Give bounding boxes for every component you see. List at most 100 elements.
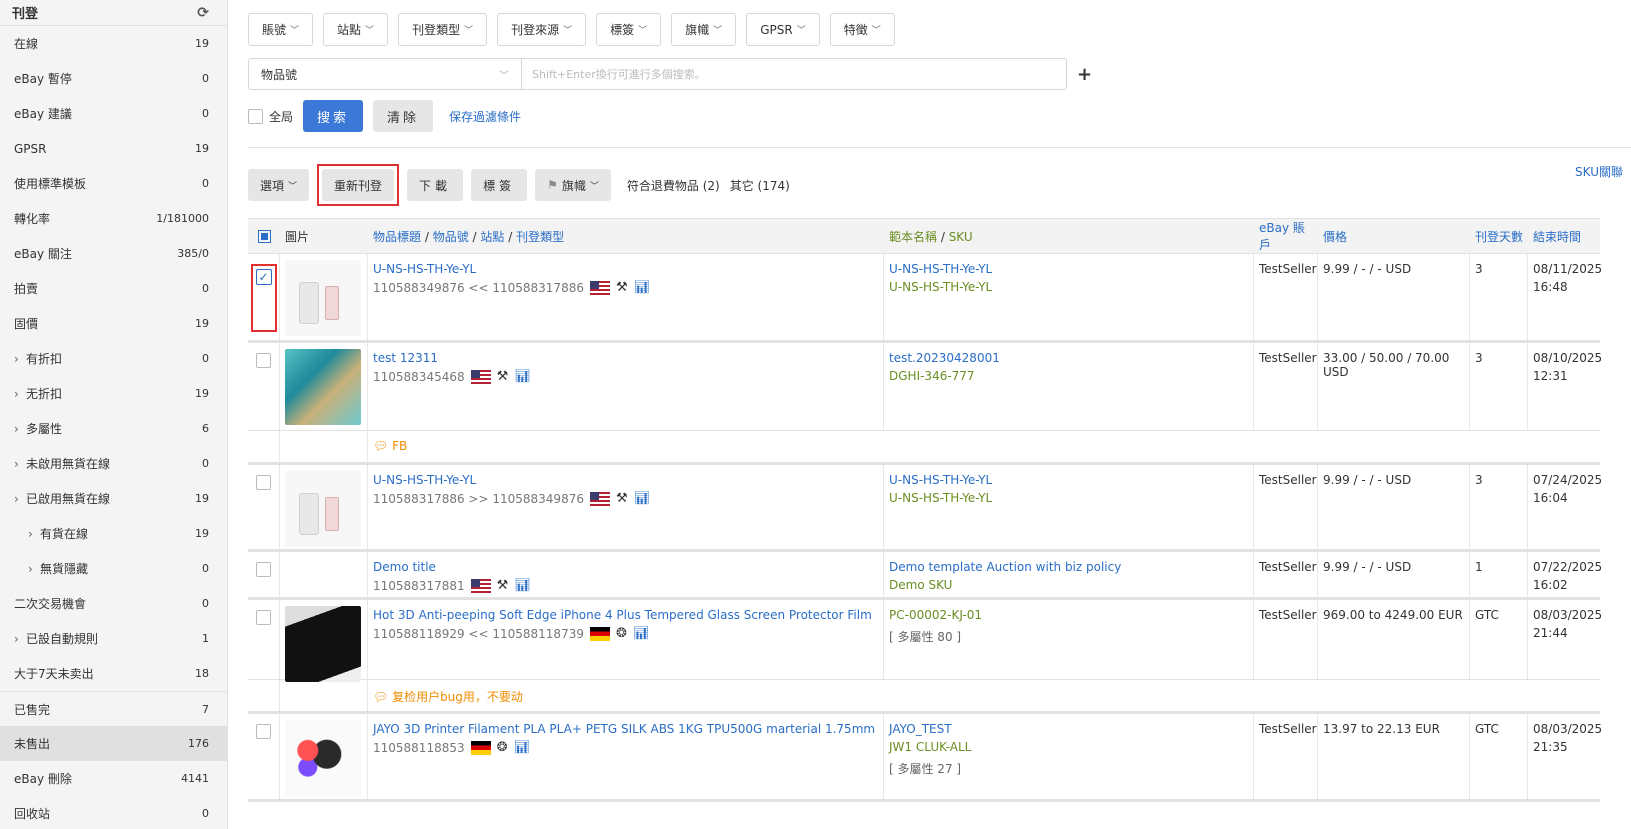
search-button[interactable]: 搜索 <box>303 100 364 132</box>
sidebar-item[interactable]: › 无折扣 19 <box>0 376 227 411</box>
product-thumbnail[interactable] <box>285 606 361 682</box>
item-title-link[interactable]: Hot 3D Anti-peeping Soft Edge iPhone 4 P… <box>373 608 878 622</box>
sidebar-item[interactable]: 大于7天未卖出 18 <box>0 656 227 691</box>
sidebar-item[interactable]: 未售出 176 <box>0 726 227 761</box>
table-row[interactable]: ✓ U-NS-HS-TH-Ye-YL 110588349876 << 11058… <box>248 254 1602 343</box>
filter-dropdown[interactable]: 特徵 ﹀ <box>829 13 895 46</box>
header-title-part[interactable]: 站點 <box>480 230 504 244</box>
sidebar-item[interactable]: 二次交易機會 0 <box>0 586 227 621</box>
filter-dropdown[interactable]: 賬號 ﹀ <box>248 13 314 46</box>
template-link[interactable]: JAYO_TEST <box>889 722 1248 736</box>
filter-dropdown[interactable]: 旗幟 ﹀ <box>671 13 737 46</box>
header-title-part[interactable]: 刊登類型 <box>516 230 564 244</box>
sidebar-item[interactable]: 拍賣 0 <box>0 271 227 306</box>
header-end[interactable]: 結束時間 <box>1528 228 1600 245</box>
sidebar-item[interactable]: 固價 19 <box>0 306 227 341</box>
other-items-link[interactable]: 其它 (174) <box>730 177 790 194</box>
item-title-link[interactable]: Demo title <box>373 560 878 574</box>
chart-icon[interactable]: 📊︎ <box>634 491 651 506</box>
search-field-select[interactable]: 物品號 ﹀ <box>248 58 521 90</box>
sku-link[interactable]: SKU關聯 <box>1575 163 1623 180</box>
sidebar-item[interactable]: eBay 刪除 4141 <box>0 761 227 796</box>
global-checkbox[interactable] <box>248 108 263 124</box>
refresh-icon[interactable]: ⟳ <box>197 5 209 21</box>
sidebar-item[interactable]: 已售完 7 <box>0 691 227 726</box>
template-link[interactable]: test.20230428001 <box>889 351 1248 365</box>
sidebar-item[interactable]: eBay 建議 0 <box>0 96 227 131</box>
sidebar-item[interactable]: › 有貨在線 19 <box>0 516 227 551</box>
filter-dropdown[interactable]: 標簽 ﹀ <box>596 13 662 46</box>
note-text[interactable]: FB <box>392 439 407 453</box>
filter-dropdown[interactable]: GPSR ﹀ <box>746 13 820 46</box>
product-thumbnail[interactable] <box>285 260 361 336</box>
row-checkbox[interactable]: ✓ <box>255 269 272 285</box>
sidebar-item[interactable]: eBay 關注 385/0 <box>0 236 227 271</box>
item-number[interactable]: 110588118853 <box>373 741 465 755</box>
note-text[interactable]: 复检用户bug用，不要动 <box>392 690 523 704</box>
item-number[interactable]: 110588349876 << 110588317886 <box>373 281 584 295</box>
sidebar-item[interactable]: › 多屬性 6 <box>0 411 227 446</box>
filter-dropdown[interactable]: 站點 ﹀ <box>323 13 389 46</box>
search-input[interactable]: Shift+Enter換行可進行多個搜索。 <box>521 58 1067 90</box>
sidebar-item[interactable]: › 未啟用無貨在線 0 <box>0 446 227 481</box>
chart-icon[interactable]: 📊︎ <box>514 369 531 384</box>
clear-button[interactable]: 清除 <box>373 100 434 132</box>
template-link[interactable]: U-NS-HS-TH-Ye-YL <box>889 262 1248 276</box>
row-checkbox[interactable] <box>256 353 271 368</box>
header-days[interactable]: 刊登天數 <box>1470 228 1528 245</box>
chart-icon[interactable]: 📊︎ <box>514 578 531 593</box>
flag-button[interactable]: ⚑ 旗幟 ﹀ <box>535 169 611 201</box>
item-title-link[interactable]: test 12311 <box>373 351 878 365</box>
header-title-part[interactable]: 物品標題 <box>373 230 421 244</box>
product-thumbnail[interactable] <box>285 720 361 796</box>
item-title-link[interactable]: JAYO 3D Printer Filament PLA PLA+ PETG S… <box>373 722 878 736</box>
filter-dropdown[interactable]: 刊登來源 ﹀ <box>497 13 587 46</box>
template-link[interactable]: U-NS-HS-TH-Ye-YL <box>889 473 1248 487</box>
table-row[interactable]: U-NS-HS-TH-Ye-YL 110588317886 >> 1105883… <box>248 465 1602 552</box>
table-row[interactable]: Hot 3D Anti-peeping Soft Edge iPhone 4 P… <box>248 600 1602 682</box>
header-template-part[interactable]: 範本名稱 <box>889 230 937 244</box>
item-title-link[interactable]: U-NS-HS-TH-Ye-YL <box>373 473 878 487</box>
item-number[interactable]: 110588345468 <box>373 370 465 384</box>
chart-icon[interactable]: 📊︎ <box>634 280 651 295</box>
template-link[interactable]: Demo template Auction with biz policy <box>889 560 1248 574</box>
save-filter-link[interactable]: 保存過濾條件 <box>449 108 521 125</box>
add-search-icon[interactable]: + <box>1077 64 1092 85</box>
table-row[interactable]: test 12311 110588345468 ⚒ 📊︎ test.20230428… <box>248 343 1602 431</box>
filter-dropdown[interactable]: 刊登類型 ﹀ <box>398 13 488 46</box>
sidebar-item[interactable]: › 已啟用無貨在線 19 <box>0 481 227 516</box>
tag-button[interactable]: 標簽 <box>471 169 528 201</box>
product-thumbnail[interactable] <box>285 471 361 547</box>
sidebar-item[interactable]: 轉化率 1/181000 <box>0 201 227 236</box>
item-number[interactable]: 110588317886 >> 110588349876 <box>373 492 584 506</box>
row-checkbox[interactable] <box>256 475 271 490</box>
sidebar-item[interactable]: GPSR 19 <box>0 131 227 166</box>
sidebar-item[interactable]: eBay 暫停 0 <box>0 61 227 96</box>
table-row[interactable]: Demo title 110588317881 ⚒ 📊︎ Demo template… <box>248 552 1602 600</box>
relist-button[interactable]: 重新刊登 <box>322 169 395 201</box>
sidebar-item[interactable]: 使用標準模板 0 <box>0 166 227 201</box>
row-checkbox[interactable] <box>256 724 271 739</box>
chart-icon[interactable]: 📊︎ <box>633 626 650 641</box>
table-row[interactable]: JAYO 3D Printer Filament PLA PLA+ PETG S… <box>248 714 1602 802</box>
item-title-link[interactable]: U-NS-HS-TH-Ye-YL <box>373 262 878 276</box>
chart-icon[interactable]: 📊︎ <box>514 740 531 755</box>
item-number[interactable]: 110588317881 <box>373 579 465 593</box>
refund-eligible-link[interactable]: 符合退費物品 (2) <box>627 177 720 194</box>
item-number[interactable]: 110588118929 << 110588118739 <box>373 627 584 641</box>
sidebar-item[interactable]: › 無貨隱藏 0 <box>0 551 227 586</box>
sidebar-item[interactable]: 在線 19 <box>0 26 227 61</box>
row-checkbox[interactable] <box>256 562 271 577</box>
header-title-part[interactable]: 物品號 <box>433 230 469 244</box>
header-account[interactable]: eBay 賬戶 <box>1254 219 1318 253</box>
sidebar-item[interactable]: › 有折扣 0 <box>0 341 227 376</box>
product-thumbnail[interactable] <box>285 349 361 425</box>
select-all-checkbox[interactable] <box>248 229 280 243</box>
sidebar-item[interactable]: 回收站 0 <box>0 796 227 829</box>
options-button[interactable]: 選項 ﹀ <box>248 169 310 201</box>
header-template-part[interactable]: SKU <box>949 230 973 244</box>
header-price[interactable]: 價格 <box>1318 228 1470 245</box>
sidebar-item[interactable]: › 已設自動規則 1 <box>0 621 227 656</box>
row-checkbox[interactable] <box>256 610 271 625</box>
download-button[interactable]: 下載 <box>407 169 464 201</box>
